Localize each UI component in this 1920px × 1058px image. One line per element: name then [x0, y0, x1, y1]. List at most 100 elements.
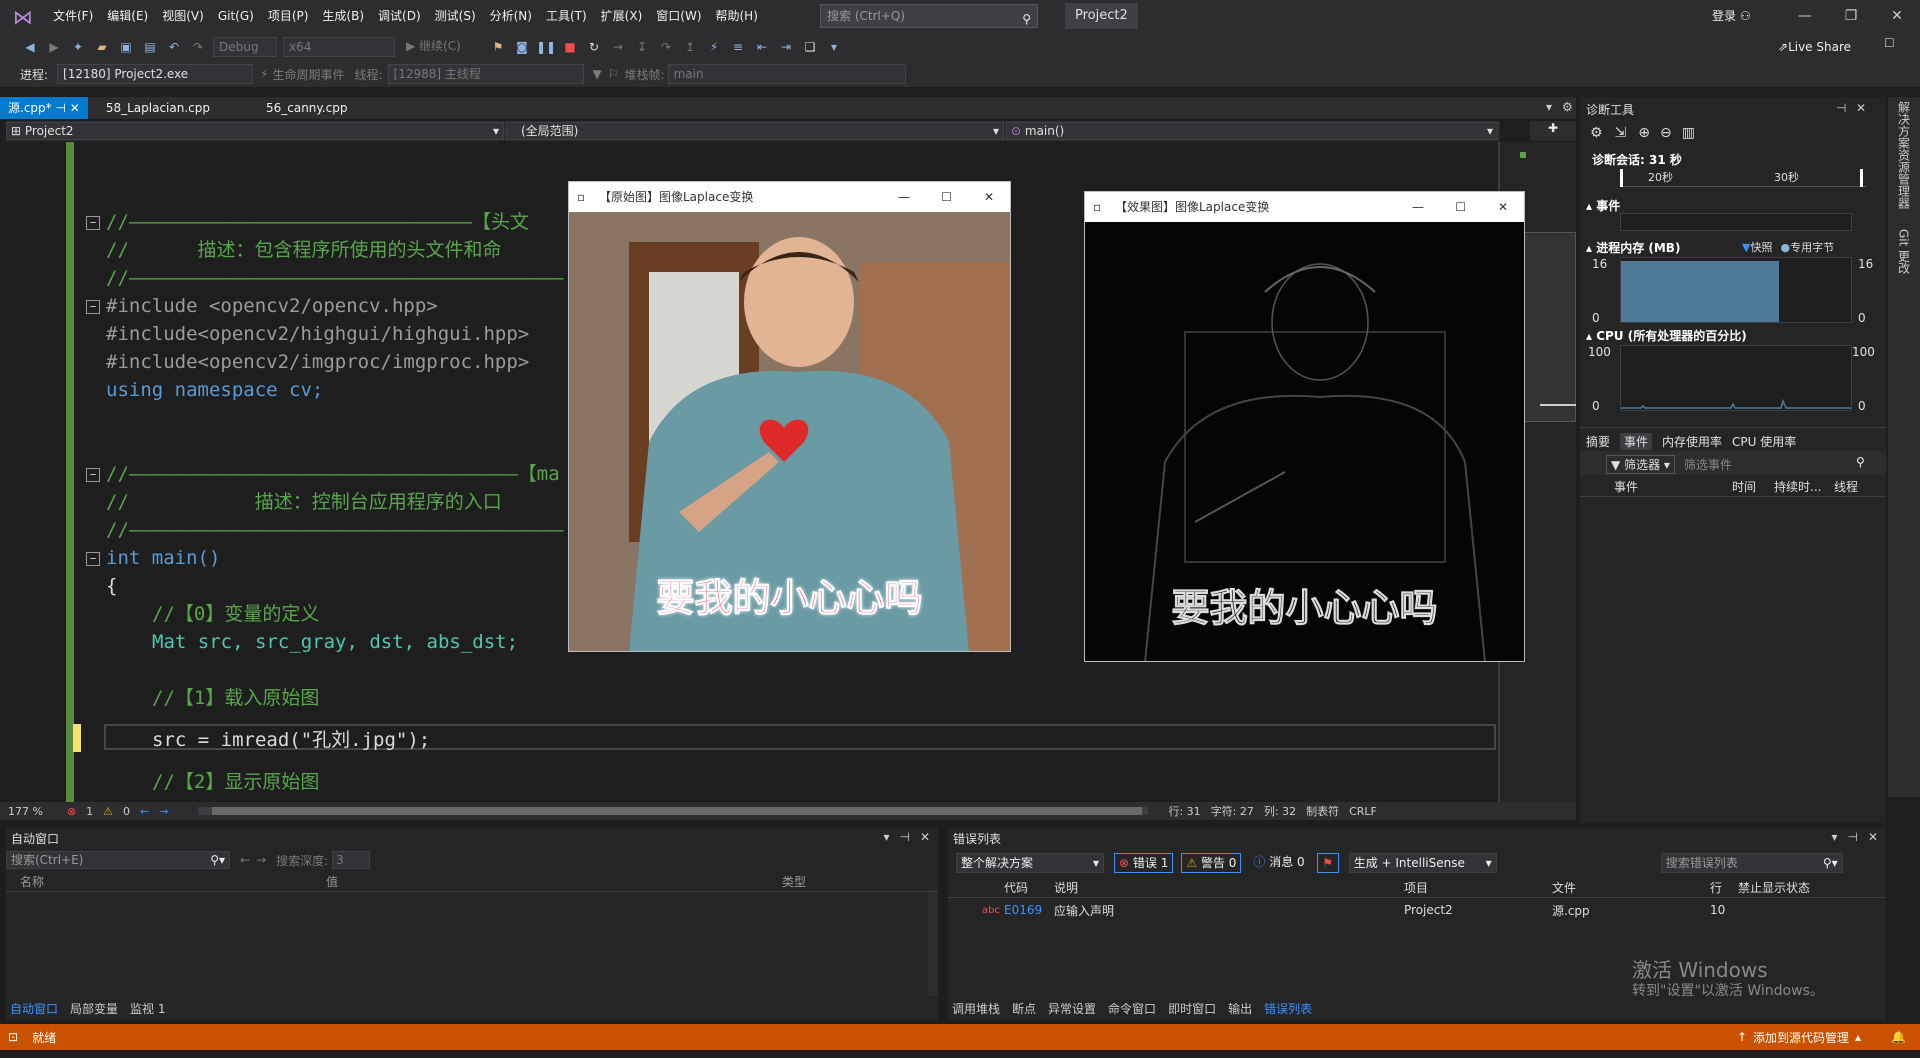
error-icon[interactable]: ⊗: [67, 805, 76, 818]
tab-call-stack[interactable]: 调用堆栈: [952, 1000, 1000, 1017]
zoom-in-icon[interactable]: ⊕: [1638, 125, 1650, 141]
indent-mode[interactable]: 制表符: [1306, 803, 1339, 819]
tab-locals[interactable]: 局部变量: [70, 1000, 118, 1017]
col-project[interactable]: 项目: [1404, 879, 1552, 896]
close-icon[interactable]: ✕: [920, 830, 930, 844]
tab-breakpoints[interactable]: 断点: [1012, 1000, 1036, 1017]
messages-filter-button[interactable]: ⓘ 消息 0: [1249, 853, 1308, 873]
forward-icon[interactable]: →: [256, 853, 266, 867]
export-icon[interactable]: ⇲: [1615, 125, 1627, 141]
settings-icon[interactable]: ⚙: [1562, 100, 1573, 114]
settings-icon[interactable]: ⚙: [1590, 125, 1603, 141]
comment-icon[interactable]: ⇥: [775, 36, 797, 58]
tab-laplacian-cpp[interactable]: 58_Laplacian.cpp: [98, 97, 218, 119]
minimize-icon[interactable]: —: [1412, 192, 1424, 222]
step-into-icon[interactable]: ↧: [631, 36, 653, 58]
save-all-icon[interactable]: ▤: [139, 36, 161, 58]
memory-section[interactable]: ▴ 进程内存 (MB): [1586, 239, 1680, 256]
config-select[interactable]: Debug: [213, 37, 277, 57]
back-icon[interactable]: ←: [240, 853, 250, 867]
error-count[interactable]: 1: [86, 805, 93, 818]
tab-source-cpp[interactable]: 源.cpp* ⊣ ✕: [0, 97, 88, 119]
tab-immediate-window[interactable]: 即时窗口: [1168, 1000, 1216, 1017]
scope-dropdown[interactable]: (全局范围) ▾: [506, 122, 1004, 140]
tab-summary[interactable]: 摘要: [1586, 433, 1610, 450]
events-section[interactable]: ▴ 事件: [1586, 197, 1620, 214]
feedback-icon[interactable]: ☐: [1884, 36, 1895, 50]
menu-file[interactable]: 文件(F): [46, 0, 100, 33]
line-ending[interactable]: CRLF: [1349, 805, 1377, 818]
col-time[interactable]: 时间: [1732, 478, 1774, 495]
minimize-icon[interactable]: —: [898, 182, 910, 212]
project-dropdown[interactable]: ⊞ Project2 ▾: [6, 122, 504, 140]
col-line[interactable]: 行: [1710, 879, 1738, 896]
opencv-window-original[interactable]: ▫ 【原始图】图像Laplace变换 — ☐ ✕ 要我的小心心吗: [568, 181, 1011, 652]
new-project-icon[interactable]: ✦: [67, 36, 89, 58]
menu-edit[interactable]: 编辑(E): [100, 0, 155, 33]
cpu-graph[interactable]: [1620, 345, 1852, 411]
build-source-select[interactable]: 生成 + IntelliSense ▾: [1348, 853, 1497, 873]
search-icon[interactable]: ⚲: [1856, 455, 1865, 469]
step-over-icon[interactable]: ↷: [655, 36, 677, 58]
menu-analyze[interactable]: 分析(N): [483, 0, 539, 33]
add-to-source-control[interactable]: 添加到源代码管理: [1753, 1029, 1849, 1046]
dropdown-icon[interactable]: ▾: [1831, 830, 1837, 844]
thread-icon[interactable]: ≡: [727, 36, 749, 58]
camera-icon[interactable]: ◙: [511, 36, 533, 58]
opencv-window-effect[interactable]: ▫ 【效果图】图像Laplace变换 — ☐ ✕ 要我的小心心吗: [1084, 191, 1525, 662]
restart-icon[interactable]: ↻: [583, 36, 605, 58]
pin-icon[interactable]: ⊣: [55, 101, 65, 115]
col-suppression[interactable]: 禁止显示状态: [1738, 879, 1810, 896]
reset-view-icon[interactable]: ▥: [1682, 125, 1695, 141]
lifecycle-label[interactable]: 生命周期事件: [272, 66, 344, 83]
visual-studio-logo-icon[interactable]: ⋈: [10, 6, 36, 28]
error-search-input[interactable]: 搜索错误列表 ⚲▾: [1660, 853, 1843, 873]
col-duration[interactable]: 持续时...: [1774, 478, 1834, 495]
tab-cpu-usage[interactable]: CPU 使用率: [1732, 433, 1796, 450]
close-button[interactable]: ✕: [1874, 0, 1920, 33]
tab-memory-usage[interactable]: 内存使用率: [1662, 433, 1722, 450]
col-type[interactable]: 类型: [782, 873, 806, 890]
tab-events[interactable]: 事件: [1620, 433, 1653, 450]
col-description[interactable]: 说明: [1054, 879, 1404, 896]
filter-button[interactable]: ▼ 筛选器 ▾: [1606, 455, 1675, 474]
save-icon[interactable]: ▣: [115, 36, 137, 58]
nav-back-icon[interactable]: ←: [140, 805, 149, 818]
maximize-icon[interactable]: ☐: [941, 182, 952, 212]
close-tab-icon[interactable]: ✕: [70, 101, 80, 115]
solution-explorer-tab[interactable]: 解决方案资源管理器: [1896, 101, 1913, 209]
zoom-level[interactable]: 177 %: [8, 805, 43, 818]
pause-icon[interactable]: ❚❚: [535, 36, 557, 58]
close-icon[interactable]: ✕: [1868, 830, 1878, 844]
menu-help[interactable]: 帮助(H): [709, 0, 765, 33]
flag-icon[interactable]: ⚐: [608, 67, 619, 81]
zoom-out-icon[interactable]: ⊖: [1660, 125, 1672, 141]
table-row[interactable]: abc E0169 应输入声明 Project2 源.cpp 10: [948, 900, 1886, 920]
tab-overflow-icon[interactable]: ▾: [1546, 100, 1552, 114]
bookmark-icon[interactable]: ❏: [799, 36, 821, 58]
autos-search-input[interactable]: 搜索(Ctrl+E) ⚲▾: [6, 851, 230, 869]
maximize-button[interactable]: ❐: [1828, 0, 1874, 33]
timeline-handle[interactable]: [1860, 169, 1863, 187]
window-titlebar[interactable]: ▫ 【效果图】图像Laplace变换 — ☐ ✕: [1085, 192, 1524, 222]
close-icon[interactable]: ✕: [1856, 101, 1866, 115]
hot-reload-icon[interactable]: ⚡: [703, 36, 725, 58]
close-icon[interactable]: ✕: [1498, 192, 1508, 222]
col-code[interactable]: 代码: [1004, 879, 1054, 896]
menu-window[interactable]: 窗口(W): [649, 0, 708, 33]
tab-command-window[interactable]: 命令窗口: [1108, 1000, 1156, 1017]
forward-icon[interactable]: ▶: [43, 36, 65, 58]
menu-test[interactable]: 测试(S): [428, 0, 483, 33]
timeline-handle[interactable]: [1620, 169, 1623, 187]
login-link[interactable]: 登录 ⚇: [1712, 0, 1751, 33]
step-out-icon[interactable]: ↥: [679, 36, 701, 58]
notification-icon[interactable]: 🔔: [1891, 1030, 1906, 1044]
back-icon[interactable]: ◀: [19, 36, 41, 58]
menu-view[interactable]: 视图(V): [155, 0, 211, 33]
scope-select[interactable]: 整个解决方案 ▾: [956, 853, 1104, 873]
vertical-scrollbar[interactable]: [928, 892, 938, 996]
window-titlebar[interactable]: ▫ 【原始图】图像Laplace变换 — ☐ ✕: [569, 182, 1010, 212]
tab-error-list[interactable]: 错误列表: [1264, 1000, 1312, 1017]
filter-icon[interactable]: ▼: [593, 67, 602, 81]
menu-git[interactable]: Git(G): [211, 0, 261, 33]
